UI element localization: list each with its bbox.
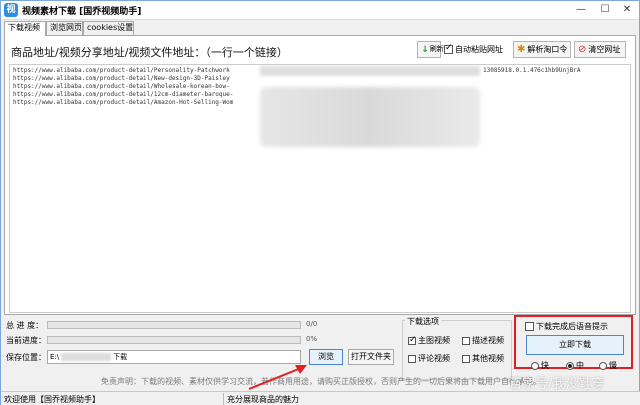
download-panel: 商品地址/视频分享地址/视频文件地址：（一行一个链接） ↓ 刷新 自动粘贴网址 … [4,35,636,315]
status-welcome: 欢迎使用【国乔视频助手】 [4,395,100,404]
option-label: 其他视频 [472,354,504,363]
url-textarea[interactable]: https://www.alibaba.com/product-detail/P… [9,64,631,313]
speed-medium-radio[interactable]: 中 [566,360,584,371]
current-progress-value: 0% [306,335,318,343]
total-progress-label: 总 进 度： [6,321,44,330]
refresh-button[interactable]: ↓ 刷新 [417,41,444,58]
status-bar: 欢迎使用【国乔视频助手】 充分展现商品的魅力 [1,391,640,405]
speed-label: 中 [576,361,584,370]
parse-taokouling-button[interactable]: ✱ 解析淘口令 [513,41,571,58]
browse-button[interactable]: 浏览 [309,349,343,365]
save-path-suffix: 下载 [113,353,128,361]
url-line: https://www.alibaba.com/product-detail/W… [13,83,230,90]
auto-paste-check-icon [444,43,453,54]
refresh-label: 刷新 [429,45,444,53]
redaction-blur [260,87,480,147]
save-location-label: 保存位置： [6,353,46,362]
maximize-icon[interactable]: ☐ [593,2,617,18]
checkbox-icon [462,354,470,363]
url-line: https://www.alibaba.com/product-detail/N… [13,75,230,82]
radio-icon [599,361,607,370]
speed-fast-radio[interactable]: 快 [531,360,549,371]
url-instruction: 商品地址/视频分享地址/视频文件地址：（一行一个链接） [11,46,288,59]
current-progress-label: 当前进度： [6,336,46,345]
voice-prompt-label: 下载完成后语音提示 [536,322,608,331]
radio-icon [566,361,574,370]
watermark-text: 百家号/我没鞋穿 [509,377,605,392]
refresh-icon: ↓ [421,44,429,55]
download-options-group [402,320,512,380]
download-now-button[interactable]: 立即下载 [526,335,624,355]
window-title: 视频素材下载 [国乔视频助手] [22,7,142,17]
tab-download-video[interactable]: 下载视频 [4,21,46,36]
status-slogan: 充分展现商品的魅力 [227,395,299,404]
option-label: 评论视频 [418,354,450,363]
checkbox-icon [408,335,417,345]
parse-label: 解析淘口令 [527,45,568,54]
speed-label: 快 [541,361,549,370]
option-description-video[interactable]: 描述视频 [462,335,504,346]
redaction-blur [260,66,480,76]
option-review-video[interactable]: 评论视频 [408,353,450,364]
option-other-video[interactable]: 其他视频 [462,353,504,364]
url-line: https://www.alibaba.com/product-detail/P… [13,67,230,74]
current-progress-bar [47,336,301,344]
minimize-icon[interactable]: — [569,2,593,18]
total-progress-value: 0/0 [306,320,318,328]
open-folder-button[interactable]: 打开文件夹 [348,349,394,365]
clear-icon: ⊘ [578,44,587,55]
option-main-video[interactable]: 主图视频 [408,335,450,346]
auto-paste-checkbox[interactable]: 自动粘贴网址 [444,41,503,58]
redaction-blur [61,353,112,361]
app-icon: 视 [4,3,18,17]
total-progress-bar [47,321,301,329]
save-location-input[interactable]: E:\ 下载 [47,350,301,364]
option-label: 主图视频 [418,336,450,345]
checkbox-icon [525,322,534,331]
url-line: https://www.alibaba.com/product-detail/1… [13,91,234,98]
option-label: 描述视频 [472,336,504,345]
speed-slow-radio[interactable]: 慢 [599,360,617,371]
clear-label: 清空网址 [588,45,621,54]
download-options-title: 下载选项 [405,316,441,327]
clear-urls-button[interactable]: ⊘ 清空网址 [574,41,626,58]
url-tail: 13085918.0.1.476c1hb9UnjBrA [483,67,581,74]
auto-paste-label: 自动粘贴网址 [455,45,503,54]
app-window: 视 视频素材下载 [国乔视频助手] — ☐ ✕ 下载视频 浏览网页 cookie… [0,0,640,405]
radio-icon [531,361,539,370]
checkbox-icon [462,336,470,345]
status-divider [223,393,224,405]
title-bar: 视 视频素材下载 [国乔视频助手] — ☐ ✕ [1,1,639,20]
speed-label: 慢 [609,361,617,370]
tab-browse-web[interactable]: 浏览网页 [46,21,83,35]
parse-icon: ✱ [517,44,526,55]
disclaimer-text: 免责声明：下载的视频、素材仅供学习交流，若作商用用途，请购买正版授权，否则产生的… [101,377,541,386]
voice-prompt-checkbox[interactable]: 下载完成后语音提示 [525,321,608,332]
checkbox-icon [408,354,416,363]
close-icon[interactable]: ✕ [615,2,639,18]
save-path-prefix: E:\ [50,353,60,361]
tab-cookies-settings[interactable]: cookies设置 [83,21,134,35]
url-line: https://www.alibaba.com/product-detail/A… [13,99,234,106]
